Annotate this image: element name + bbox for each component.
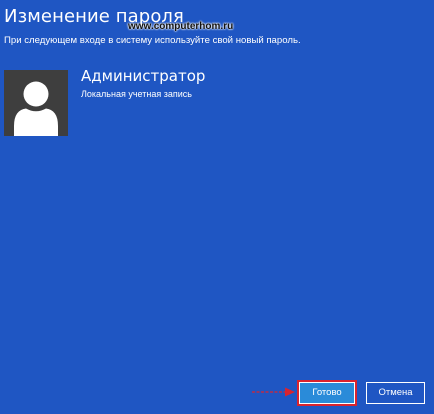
watermark: www.computerhom.ru [128,21,234,32]
red-arrow-annotation [252,387,295,397]
instruction-text: При следующем входе в систему используйт… [4,35,301,46]
user-silhouette-icon [14,81,58,136]
account-type: Локальная учетная запись [81,89,192,99]
done-button[interactable]: Готово [297,380,357,406]
cancel-button[interactable]: Отмена [366,382,425,404]
avatar [4,70,68,136]
user-name: Администратор [81,67,206,85]
